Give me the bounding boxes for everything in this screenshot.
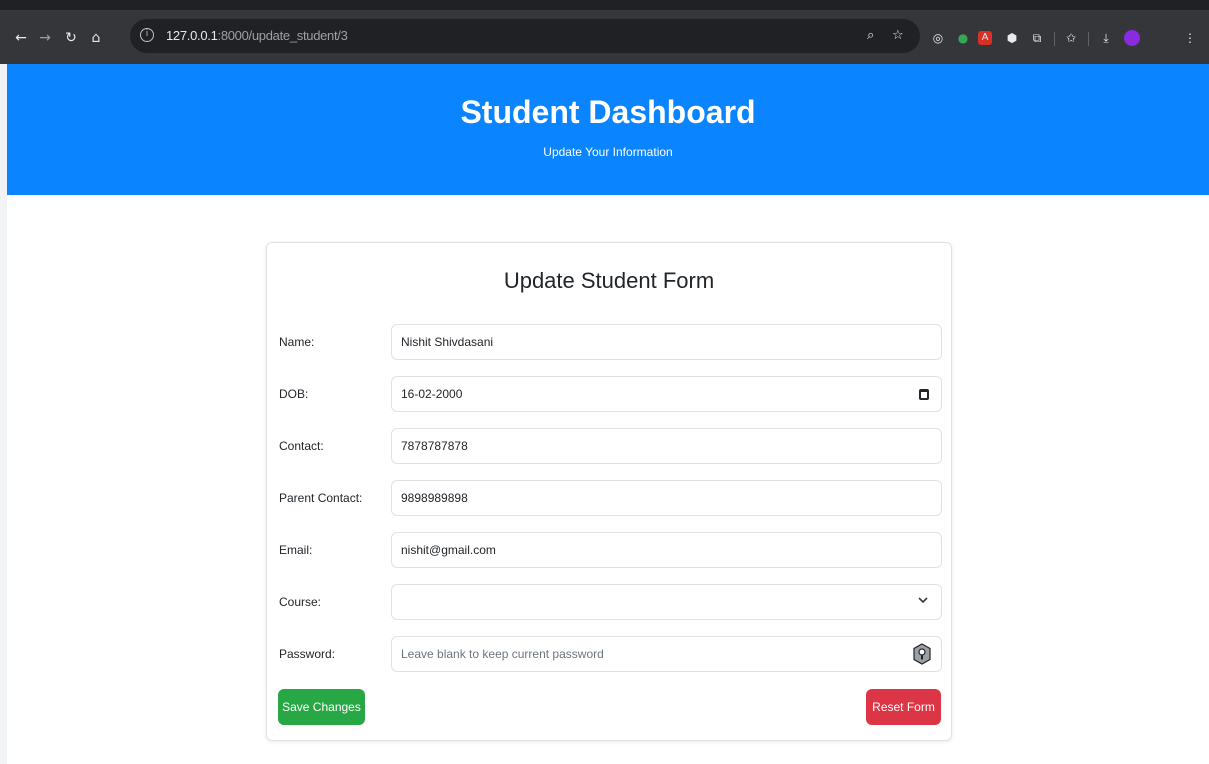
- home-icon[interactable]: ⌂: [88, 30, 104, 46]
- reload-icon[interactable]: ↻: [63, 30, 79, 46]
- forward-icon[interactable]: →: [37, 30, 53, 46]
- zoom-icon[interactable]: ⌕: [867, 28, 874, 44]
- save-changes-button[interactable]: Save Changes: [278, 689, 365, 725]
- password-manager-key-icon[interactable]: [912, 643, 932, 665]
- profile-avatar[interactable]: [1124, 30, 1140, 46]
- extension-shield-icon[interactable]: ●: [955, 30, 971, 46]
- url-host: 127.0.0.1: [166, 28, 218, 43]
- shield-extension-icon[interactable]: ⬢: [1004, 30, 1020, 46]
- tab-strip: [0, 0, 1209, 10]
- download-icon[interactable]: ⤓: [1098, 30, 1114, 46]
- update-student-card: Update Student Form Name: Nishit Shivdas…: [266, 242, 952, 741]
- form-title: Update Student Form: [503, 268, 715, 293]
- page-title: Student Dashboard: [460, 94, 756, 130]
- name-value: Nishit Shivdasani: [401, 335, 494, 349]
- url-text[interactable]: 127.0.0.1:8000/update_student/3: [166, 28, 348, 44]
- password-placeholder: Leave blank to keep current password: [401, 647, 604, 661]
- back-icon[interactable]: ←: [13, 30, 29, 46]
- email-label: Email:: [279, 543, 313, 557]
- extensions-puzzle-icon[interactable]: ⧉: [1029, 30, 1045, 46]
- password-label: Password:: [279, 647, 336, 661]
- course-label: Course:: [279, 595, 322, 609]
- calendar-icon[interactable]: [919, 389, 929, 400]
- bookmarks-icon[interactable]: ✩: [1063, 30, 1079, 46]
- parent-contact-input[interactable]: 9898989898: [391, 480, 942, 516]
- chevron-down-icon: [915, 594, 931, 610]
- toolbar-divider: [1054, 32, 1055, 46]
- contact-value: 7878787878: [401, 439, 468, 453]
- name-input[interactable]: Nishit Shivdasani: [391, 324, 942, 360]
- browser-menu-icon[interactable]: ⋮: [1182, 30, 1198, 46]
- extension-icon-1[interactable]: ◎: [930, 30, 946, 46]
- dob-value: 16-02-2000: [401, 387, 463, 401]
- contact-input[interactable]: 7878787878: [391, 428, 942, 464]
- dob-label: DOB:: [279, 387, 309, 401]
- address-bar[interactable]: i 127.0.0.1:8000/update_student/3 ⌕ ☆: [130, 19, 920, 53]
- pdf-extension-icon[interactable]: A: [978, 31, 992, 45]
- browser-chrome: ← → ↻ ⌂ i 127.0.0.1:8000/update_student/…: [0, 0, 1209, 64]
- dob-input[interactable]: 16-02-2000: [391, 376, 942, 412]
- page-subtitle: Update Your Information: [543, 145, 673, 159]
- url-path: :8000/update_student/3: [217, 28, 348, 43]
- site-info-icon[interactable]: i: [140, 28, 154, 42]
- toolbar-divider: [1088, 32, 1089, 46]
- reset-form-button[interactable]: Reset Form: [866, 689, 941, 725]
- name-label: Name:: [279, 335, 315, 349]
- parent-contact-value: 9898989898: [401, 491, 468, 505]
- email-value: nishit@gmail.com: [401, 543, 496, 557]
- email-input[interactable]: nishit@gmail.com: [391, 532, 942, 568]
- course-select[interactable]: [391, 584, 942, 620]
- page-edge: [0, 64, 7, 764]
- password-input[interactable]: Leave blank to keep current password: [391, 636, 942, 672]
- browser-toolbar: ← → ↻ ⌂ i 127.0.0.1:8000/update_student/…: [0, 10, 1209, 64]
- bookmark-star-icon[interactable]: ☆: [892, 28, 904, 44]
- parent-contact-label: Parent Contact:: [279, 491, 363, 505]
- dashboard-header: Student Dashboard Update Your Informatio…: [7, 64, 1209, 195]
- contact-label: Contact:: [279, 439, 324, 453]
